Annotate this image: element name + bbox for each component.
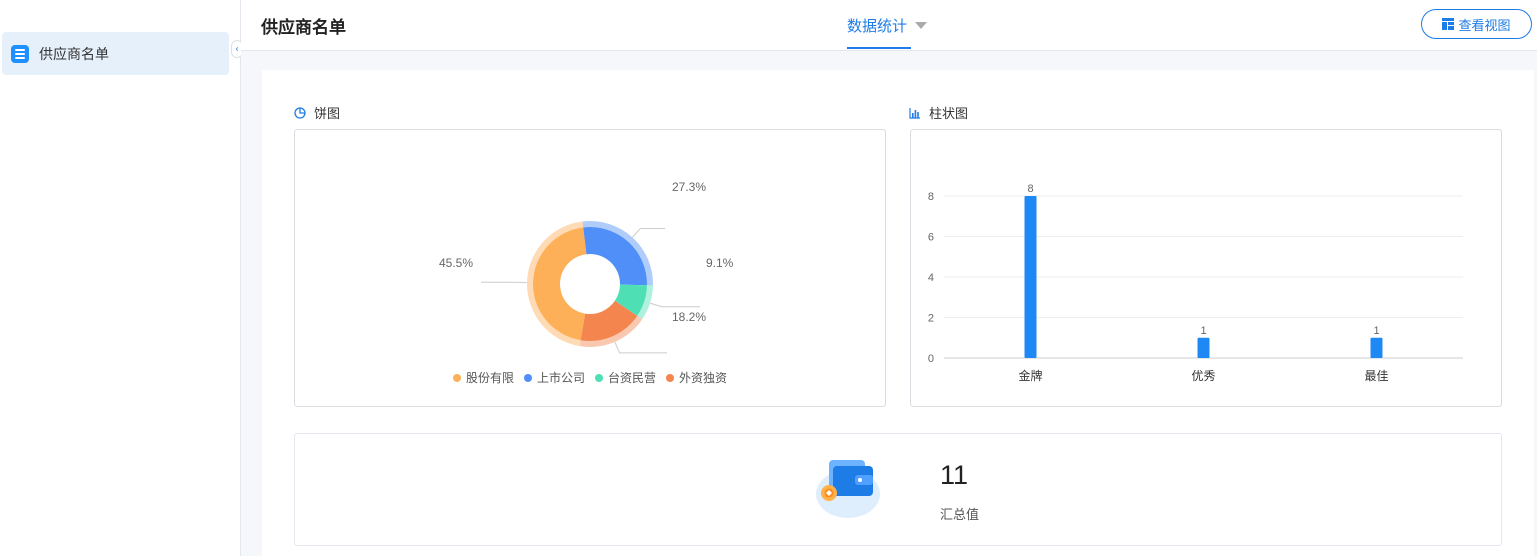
y-tick-label: 0 xyxy=(928,353,934,365)
bar[interactable] xyxy=(1370,337,1383,358)
x-category-label: 优秀 xyxy=(1191,369,1215,383)
bar-chart-panel: 0 2 4 6 8 8 金牌 1 优秀 1 最佳 xyxy=(910,129,1502,407)
legend-item[interactable]: 上市公司 xyxy=(524,369,585,386)
pie-leader-line xyxy=(631,227,665,238)
bar-chart-icon xyxy=(909,107,920,119)
pie-chart xyxy=(481,221,700,354)
legend-label: 外资独资 xyxy=(679,371,728,385)
bar-chart: 0 2 4 6 8 8 金牌 1 优秀 1 最佳 xyxy=(928,183,1463,383)
chevron-left-icon: ‹ xyxy=(235,43,239,55)
legend-dot xyxy=(666,373,675,382)
wallet-icon xyxy=(816,460,880,518)
legend-dot xyxy=(524,373,533,382)
legend-label: 股份有限 xyxy=(466,371,515,385)
summary-value: 11 xyxy=(940,460,969,490)
sidebar: 供应商名单 ‹ xyxy=(0,0,243,556)
legend-label: 上市公司 xyxy=(537,371,586,385)
bar-section-title: 柱状图 xyxy=(909,103,968,122)
y-tick-label: 4 xyxy=(928,272,934,284)
bar[interactable] xyxy=(1197,337,1210,358)
bar[interactable] xyxy=(1024,196,1037,358)
pie-pct-label: 45.5% xyxy=(439,256,474,270)
pie-leader-line xyxy=(614,341,667,354)
pie-pct-label: 9.1% xyxy=(706,256,734,270)
tab-label: 数据统计 xyxy=(847,17,908,35)
bar-value-label: 1 xyxy=(1373,325,1379,337)
pie-chart-icon xyxy=(294,106,306,119)
sidebar-item-label: 供应商名单 xyxy=(39,46,109,63)
bar-value-label: 1 xyxy=(1200,325,1206,337)
layout-icon xyxy=(1442,18,1455,30)
tab-active-indicator xyxy=(847,47,911,49)
sidebar-item-supplier-list[interactable]: 供应商名单 xyxy=(2,32,229,75)
y-tick-label: 2 xyxy=(928,313,934,325)
legend-dot xyxy=(595,373,604,382)
caret-down-icon[interactable] xyxy=(915,22,928,29)
header: 供应商名单 数据统计 查看视图 xyxy=(241,0,1537,51)
view-button-label: 查看视图 xyxy=(1458,18,1511,34)
summary-card: 11 汇总值 xyxy=(294,433,1502,546)
tab-data-statistics[interactable]: 数据统计 xyxy=(847,0,928,51)
legend-item[interactable]: 台资民营 xyxy=(595,369,656,386)
bar-value-label: 8 xyxy=(1027,183,1033,195)
pie-section-title: 饼图 xyxy=(294,103,340,122)
pie-legend: 股份有限 上市公司 台资民营 外资独资 xyxy=(453,369,737,386)
pie-pct-label: 27.3% xyxy=(672,180,707,194)
pie-slice[interactable] xyxy=(583,227,647,286)
view-button[interactable]: 查看视图 xyxy=(1421,9,1532,39)
legend-label: 台资民营 xyxy=(608,371,657,385)
pie-leader-line xyxy=(649,302,700,308)
list-icon xyxy=(11,44,29,63)
main-area: 饼图 27.3% 9.1% 18.2% 45.5% 股份有限 上市公司 台资民营… xyxy=(241,51,1537,556)
x-category-label: 最佳 xyxy=(1364,369,1388,383)
bar-section-label: 柱状图 xyxy=(929,107,969,122)
legend-item[interactable]: 外资独资 xyxy=(666,369,727,386)
y-tick-label: 6 xyxy=(928,232,934,244)
summary-label: 汇总值 xyxy=(940,508,980,523)
legend-dot xyxy=(453,373,461,382)
legend-item[interactable]: 股份有限 xyxy=(453,369,514,386)
y-tick-label: 8 xyxy=(928,191,934,203)
page-title: 供应商名单 xyxy=(261,18,346,38)
x-category-label: 金牌 xyxy=(1018,368,1042,383)
pie-pct-label: 18.2% xyxy=(672,310,707,324)
pie-section-label: 饼图 xyxy=(314,107,341,122)
content-card: 饼图 27.3% 9.1% 18.2% 45.5% 股份有限 上市公司 台资民营… xyxy=(262,70,1534,556)
pie-chart-panel: 27.3% 9.1% 18.2% 45.5% 股份有限 上市公司 台资民营 外资… xyxy=(294,129,886,407)
